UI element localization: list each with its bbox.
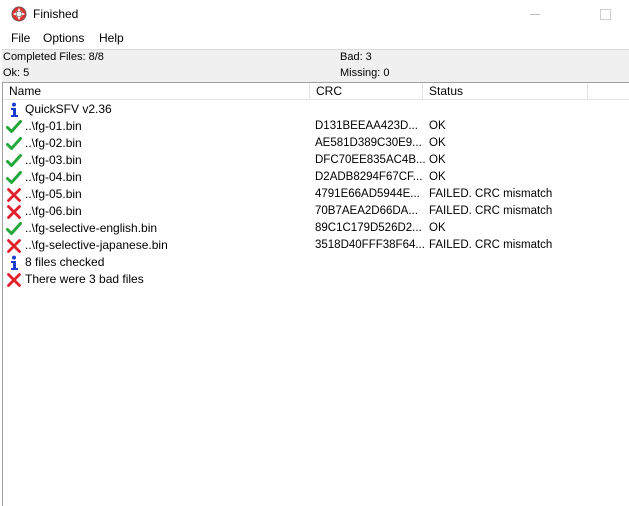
row-crc: DFC70EE835AC4B... [315, 154, 426, 166]
row-name-cell: ..\fg-03.bin [6, 152, 82, 169]
row-name-cell: ..\fg-selective-english.bin [6, 220, 157, 237]
column-header-crc[interactable]: CRC [310, 83, 423, 99]
row-status: FAILED. CRC mismatch [429, 188, 553, 200]
row-name: ..\fg-selective-english.bin [25, 221, 158, 235]
list-item[interactable]: QuickSFV v2.36 [3, 101, 629, 118]
row-name: ..\fg-05.bin [25, 187, 82, 201]
minimize-button[interactable] [520, 0, 550, 28]
menu-file[interactable]: File [10, 31, 31, 45]
missing-count-label: Missing: 0 [340, 67, 390, 79]
row-crc: 4791E66AD5944E... [315, 188, 420, 200]
row-status: FAILED. CRC mismatch [429, 205, 553, 217]
row-status: OK [429, 222, 446, 234]
row-status: OK [429, 120, 446, 132]
maximize-button[interactable] [590, 0, 620, 28]
checkmark-icon [6, 153, 22, 169]
list-header: Name CRC Status [3, 83, 629, 100]
quicksfv-window: Finished File Options Help Completed Fil… [0, 0, 629, 506]
row-name-cell: ..\fg-02.bin [6, 135, 82, 152]
info-icon [6, 102, 22, 118]
checkmark-icon [6, 170, 22, 186]
row-name: QuickSFV v2.36 [25, 102, 112, 116]
row-name: ..\fg-01.bin [25, 119, 82, 133]
summary-panel: Completed Files: 8/8 Ok: 5 Bad: 3 Missin… [2, 49, 629, 83]
row-crc: 89C1C179D526D2... [315, 222, 422, 234]
row-name-cell: ..\fg-selective-japanese.bin [6, 237, 168, 254]
row-name: ..\fg-06.bin [25, 204, 82, 218]
list-item[interactable]: ..\fg-03.bin DFC70EE835AC4B... OK [3, 152, 629, 169]
menu-bar: File Options Help [0, 29, 629, 48]
row-crc: 70B7AEA2D66DA... [315, 205, 418, 217]
menu-help[interactable]: Help [98, 31, 125, 45]
checkmark-icon [6, 221, 22, 237]
row-name: ..\fg-04.bin [25, 170, 82, 184]
row-name: 8 files checked [25, 255, 105, 269]
row-crc: 3518D40FFF38F64... [315, 239, 425, 251]
title-bar: Finished [0, 0, 629, 28]
list-item[interactable]: 8 files checked [3, 254, 629, 271]
ok-count-label: Ok: 5 [3, 67, 30, 79]
checkmark-icon [6, 136, 22, 152]
row-crc: D131BEEAA423D... [315, 120, 418, 132]
row-name: There were 3 bad files [25, 272, 144, 286]
column-header-status[interactable]: Status [423, 83, 588, 99]
maximize-icon [599, 8, 611, 20]
completed-files-label: Completed Files: 8/8 [3, 51, 104, 63]
row-name-cell: ..\fg-01.bin [6, 118, 82, 135]
row-name-cell: ..\fg-04.bin [6, 169, 82, 186]
list-item[interactable]: ..\fg-04.bin D2ADB8294F67CF... OK [3, 169, 629, 186]
window-title: Finished [33, 7, 79, 21]
list-rows: QuickSFV v2.36 ..\fg-01.bin D131BEEAA423D.… [3, 101, 629, 288]
row-crc: AE581D389C30E9... [315, 137, 422, 149]
row-status: FAILED. CRC mismatch [429, 239, 553, 251]
cross-icon [6, 187, 22, 203]
row-crc: D2ADB8294F67CF... [315, 171, 423, 183]
cross-icon [6, 204, 22, 220]
row-name-cell: QuickSFV v2.36 [6, 101, 112, 118]
list-item[interactable]: ..\fg-05.bin 4791E66AD5944E... FAILED. CRC… [3, 186, 629, 203]
checkmark-icon [6, 119, 22, 135]
list-item[interactable]: There were 3 bad files [3, 271, 629, 288]
row-name-cell: 8 files checked [6, 254, 104, 271]
cross-icon [6, 272, 22, 288]
row-name: ..\fg-02.bin [25, 136, 82, 150]
row-name-cell: ..\fg-05.bin [6, 186, 82, 203]
list-item[interactable]: ..\fg-selective-japanese.bin 3518D40FFF38… [3, 237, 629, 254]
row-name-cell: There were 3 bad files [6, 271, 144, 288]
row-status: OK [429, 154, 446, 166]
list-item[interactable]: ..\fg-selective-english.bin 89C1C179D526D… [3, 220, 629, 237]
menu-options[interactable]: Options [42, 31, 85, 45]
minimize-icon [530, 13, 540, 15]
row-name: ..\fg-selective-japanese.bin [25, 238, 168, 252]
cross-icon [6, 238, 22, 254]
results-list[interactable]: Name CRC Status QuickSFV v2.36 ..\fg-01.b… [2, 82, 629, 506]
row-status: OK [429, 171, 446, 183]
column-header-name[interactable]: Name [3, 83, 310, 99]
lifebuoy-icon [11, 6, 27, 22]
list-item[interactable]: ..\fg-02.bin AE581D389C30E9... OK [3, 135, 629, 152]
info-icon [6, 255, 22, 271]
row-name: ..\fg-03.bin [25, 153, 82, 167]
list-item[interactable]: ..\fg-01.bin D131BEEAA423D... OK [3, 118, 629, 135]
bad-count-label: Bad: 3 [340, 51, 372, 63]
row-name-cell: ..\fg-06.bin [6, 203, 82, 220]
list-item[interactable]: ..\fg-06.bin 70B7AEA2D66DA... FAILED. CRC … [3, 203, 629, 220]
row-status: OK [429, 137, 446, 149]
